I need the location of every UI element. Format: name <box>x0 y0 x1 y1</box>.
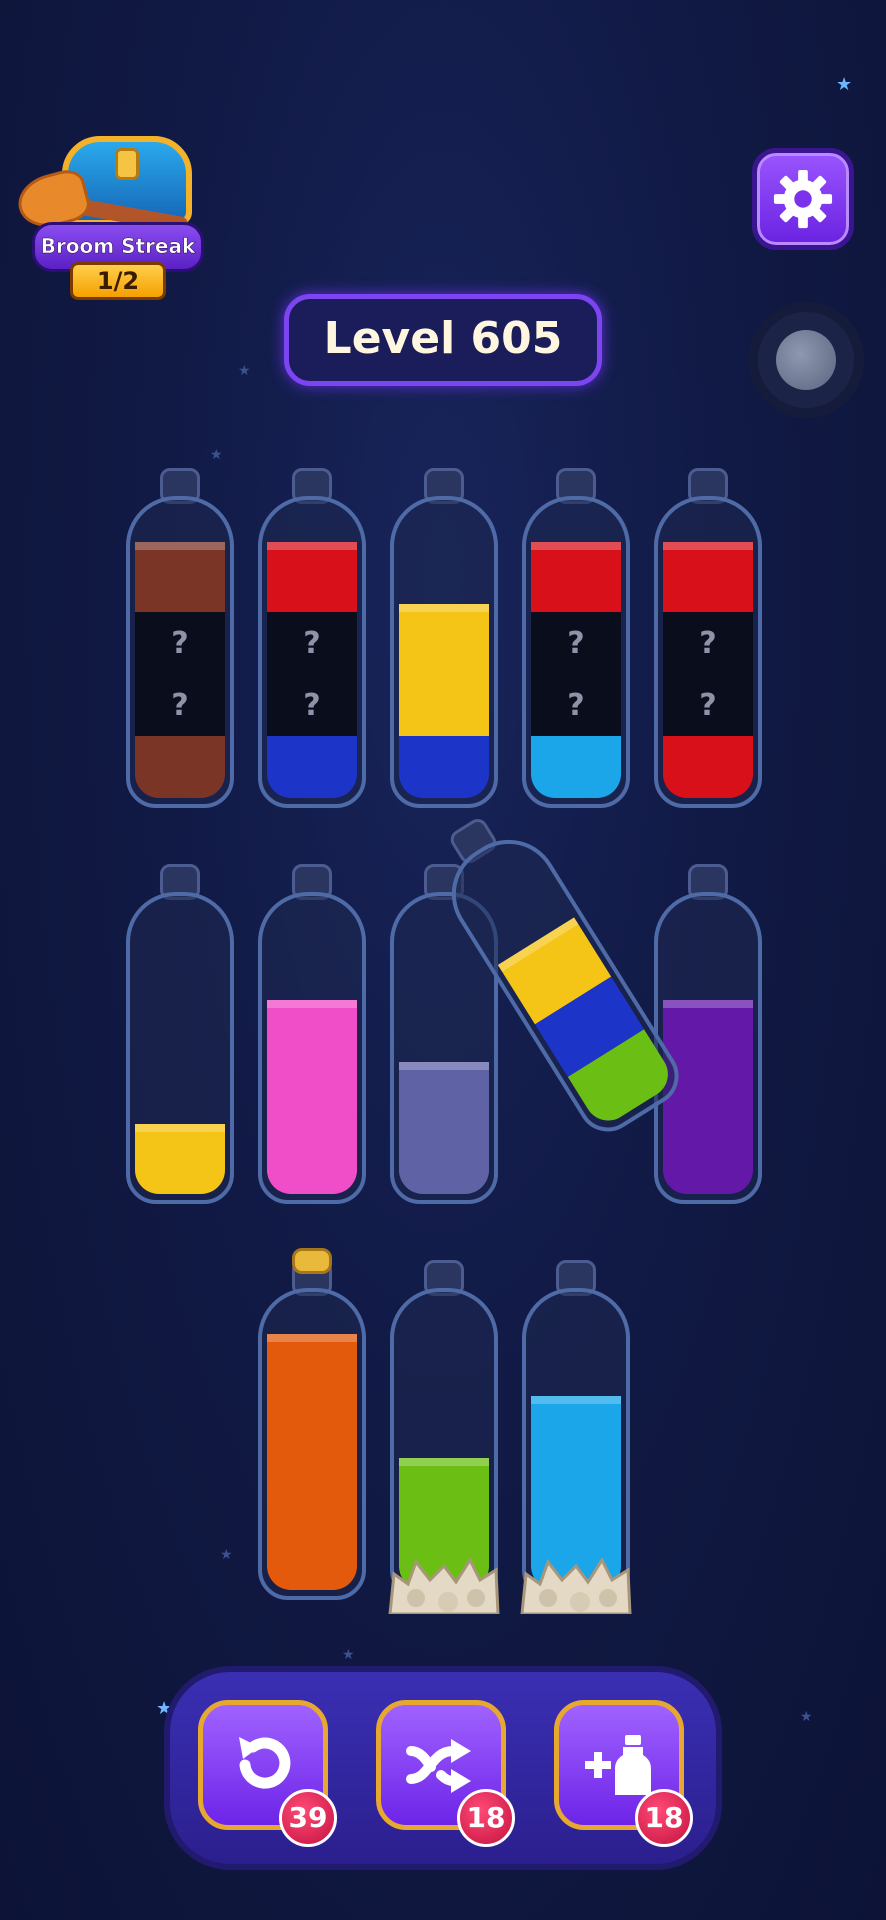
liquid-segment <box>267 736 357 798</box>
chest-lock-icon <box>115 148 139 180</box>
undo-count-badge: 39 <box>279 1789 337 1847</box>
liquid-segment <box>267 1132 357 1194</box>
bottle-glass <box>126 892 234 1204</box>
shuffle-count-badge: 18 <box>457 1789 515 1847</box>
add-bottle-count-badge: 18 <box>635 1789 693 1847</box>
bottle[interactable] <box>654 864 762 1204</box>
liquid-segment <box>531 736 621 798</box>
star-decoration: ★ <box>220 1547 233 1563</box>
circle-icon <box>776 330 836 390</box>
liquid-segment <box>663 736 753 798</box>
liquid-segment <box>399 1132 489 1194</box>
liquid-segment <box>267 1466 357 1528</box>
liquid-segment <box>267 542 357 612</box>
shuffle-button[interactable]: 18 <box>376 1700 515 1847</box>
gear-icon <box>773 169 833 229</box>
hidden-liquid-segment: ? <box>135 612 225 674</box>
liquid-segment <box>531 1466 621 1528</box>
rocks-icon <box>388 1556 500 1614</box>
bottle[interactable] <box>388 1260 500 1614</box>
add-bottle-button[interactable]: 18 <box>554 1700 693 1847</box>
liquid-segment <box>267 1070 357 1132</box>
assistive-touch-button[interactable] <box>758 312 854 408</box>
liquid-segment <box>267 1000 357 1070</box>
liquid-segment <box>531 542 621 612</box>
bottle-glass: ?? <box>258 496 366 808</box>
liquid-segment <box>267 1404 357 1466</box>
hidden-liquid-segment: ? <box>531 674 621 736</box>
star-decoration: ★ <box>210 447 223 463</box>
liquid-segment <box>531 1396 621 1466</box>
hidden-liquid-segment: ? <box>663 612 753 674</box>
hidden-liquid-segment: ? <box>135 674 225 736</box>
bottle-glass <box>390 496 498 808</box>
bottle-glass: ?? <box>654 496 762 808</box>
bottle-glass <box>654 892 762 1204</box>
bottle[interactable]: ?? <box>522 468 630 808</box>
star-decoration: ★ <box>342 1647 355 1663</box>
settings-button[interactable] <box>752 148 854 250</box>
bottle[interactable]: ?? <box>126 468 234 808</box>
bottle[interactable]: ?? <box>654 468 762 808</box>
bottle[interactable] <box>390 468 498 808</box>
star-decoration: ★ <box>836 74 853 95</box>
bottle[interactable]: ?? <box>258 468 366 808</box>
hidden-liquid-segment: ? <box>531 612 621 674</box>
broom-streak-widget[interactable]: Broom Streak 1/2 <box>12 118 204 303</box>
hidden-liquid-segment: ? <box>663 674 753 736</box>
hidden-liquid-segment: ? <box>267 674 357 736</box>
liquid-segment <box>135 1124 225 1194</box>
liquid-segment <box>267 1528 357 1590</box>
liquid-segment <box>399 1062 489 1132</box>
bottle[interactable] <box>126 864 234 1204</box>
powerup-bar: 39 18 18 <box>170 1672 716 1864</box>
bottle[interactable] <box>258 1248 366 1600</box>
bottle-glass: ?? <box>126 496 234 808</box>
liquid-segment <box>267 1334 357 1404</box>
star-decoration: ★ <box>238 363 251 379</box>
bottle-glass <box>258 892 366 1204</box>
bottle[interactable] <box>520 1260 632 1614</box>
level-title: Level 605 <box>284 294 602 386</box>
star-decoration: ★ <box>800 1709 813 1725</box>
liquid-segment <box>663 1000 753 1070</box>
bottle-glass <box>258 1288 366 1600</box>
rocks-icon <box>520 1556 632 1614</box>
liquid-segment <box>399 1458 489 1528</box>
liquid-segment <box>135 736 225 798</box>
broom-streak-progress: 1/2 <box>70 262 166 300</box>
cork-icon <box>292 1248 332 1274</box>
star-decoration: ★ <box>156 1698 173 1719</box>
liquid-segment <box>399 604 489 674</box>
liquid-segment <box>399 736 489 798</box>
bottle-glass: ?? <box>522 496 630 808</box>
liquid-segment <box>135 542 225 612</box>
undo-button[interactable]: 39 <box>198 1700 337 1847</box>
bottle[interactable] <box>258 864 366 1204</box>
liquid-segment <box>399 674 489 736</box>
hidden-liquid-segment: ? <box>267 612 357 674</box>
liquid-segment <box>663 542 753 612</box>
liquid-segment <box>663 1132 753 1194</box>
